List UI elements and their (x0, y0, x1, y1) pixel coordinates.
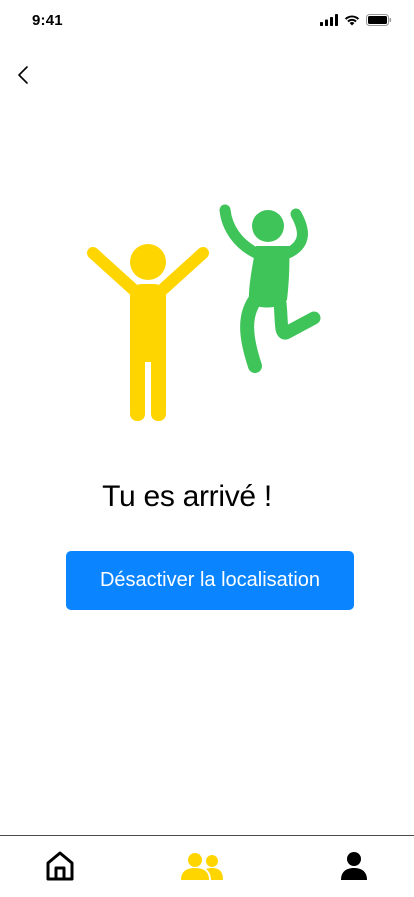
wifi-icon (344, 15, 360, 26)
tab-home[interactable] (40, 846, 80, 886)
tab-bar (0, 835, 414, 897)
tab-group[interactable] (176, 846, 228, 886)
status-bar: 9:41 (0, 0, 414, 44)
status-icons (320, 14, 392, 26)
chevron-left-icon (18, 66, 28, 84)
disable-location-button[interactable]: Désactiver la localisation (66, 551, 354, 610)
green-person-figure (219, 204, 321, 373)
battery-icon (366, 14, 392, 26)
person-icon (341, 852, 367, 880)
cellular-signal-icon (320, 14, 338, 26)
arrival-title: Tu es arrivé ! (102, 480, 272, 513)
celebration-illustration (0, 195, 414, 435)
yellow-person-figure (87, 244, 209, 421)
tab-profile[interactable] (334, 846, 374, 886)
group-icon (181, 853, 223, 880)
back-button[interactable] (10, 62, 36, 88)
status-time: 9:41 (32, 12, 63, 29)
home-icon (46, 851, 74, 881)
